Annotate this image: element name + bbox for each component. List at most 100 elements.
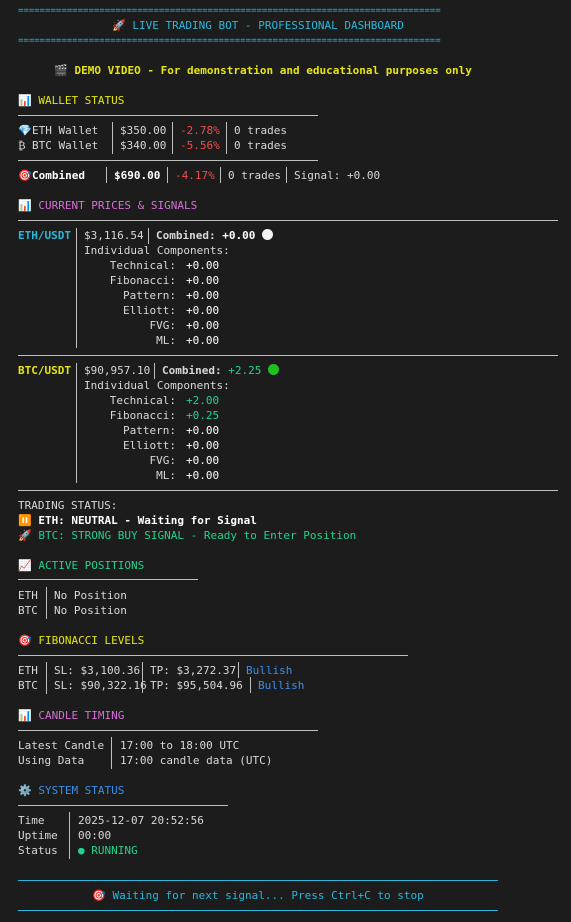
btc-pair-label: BTC/USDT bbox=[18, 364, 71, 377]
eth-wallet-change: -2.78% bbox=[180, 124, 220, 137]
eth-wallet-row: 💎ETH Wallet bbox=[18, 124, 99, 137]
using-data-value: 17:00 candle data (UTC) bbox=[120, 754, 273, 767]
component-value: +0.00 bbox=[186, 304, 220, 317]
btc-fib-asset: BTC bbox=[18, 679, 38, 692]
component-value: +0.00 bbox=[186, 469, 220, 482]
uptime-label: Uptime bbox=[18, 829, 58, 842]
fibonacci-section-heading: 🎯 FIBONACCI LEVELS bbox=[18, 634, 145, 647]
time-label: Time bbox=[18, 814, 45, 827]
footer-waiting-message: 🎯 Waiting for next signal... Press Ctrl+… bbox=[92, 889, 424, 902]
positions-section-heading: 📈 ACTIVE POSITIONS bbox=[18, 559, 145, 572]
btc-fib-bias: Bullish bbox=[258, 679, 305, 692]
prices-divider bbox=[18, 490, 558, 491]
combined-signal: Signal: +0.00 bbox=[294, 169, 381, 182]
component-name: Pattern: bbox=[123, 424, 176, 437]
fibonacci-divider bbox=[18, 655, 408, 656]
component-value: +0.00 bbox=[186, 439, 220, 452]
component-name: Fibonacci: bbox=[109, 274, 176, 287]
eth-position-asset: ETH bbox=[18, 589, 38, 602]
candle-col-divider bbox=[111, 737, 112, 769]
btc-fib-sl: SL: $90,322.16 bbox=[54, 679, 147, 692]
component-name: Elliott: bbox=[123, 304, 176, 317]
wallet-section-heading: 📊 WALLET STATUS bbox=[18, 94, 125, 107]
component-value: +0.00 bbox=[186, 274, 220, 287]
component-value: +0.25 bbox=[186, 409, 220, 422]
header-rule-bottom: ========================================… bbox=[18, 36, 441, 46]
combined-change: -4.17% bbox=[175, 169, 215, 182]
header-rule-top: ========================================… bbox=[18, 6, 441, 16]
component-value: +0.00 bbox=[186, 259, 220, 272]
bitcoin-icon: ₿ bbox=[18, 139, 26, 152]
btc-wallet-row: ₿ BTC Wallet bbox=[18, 139, 99, 152]
latest-candle-label: Latest Candle bbox=[18, 739, 105, 752]
btc-block-divider bbox=[76, 363, 77, 483]
wallet-divider bbox=[18, 115, 318, 116]
candle-divider bbox=[18, 730, 318, 731]
eth-price-divider bbox=[148, 228, 149, 244]
fibonacci-col-divider bbox=[46, 662, 47, 694]
component-value: +0.00 bbox=[186, 334, 220, 347]
fibonacci-col-divider bbox=[142, 677, 143, 693]
component-value: +2.00 bbox=[186, 394, 220, 407]
latest-candle-value: 17:00 to 18:00 UTC bbox=[120, 739, 240, 752]
bar-chart-icon: 📊 bbox=[18, 199, 39, 212]
prices-divider bbox=[18, 355, 558, 356]
uptime-value: 00:00 bbox=[78, 829, 112, 842]
system-divider bbox=[18, 805, 228, 806]
component-name: FVG: bbox=[149, 454, 177, 467]
component-value: +0.00 bbox=[186, 424, 220, 437]
trading-status-heading: TRADING STATUS: bbox=[18, 499, 118, 512]
time-value: 2025-12-07 20:52:56 bbox=[78, 814, 204, 827]
dashboard-title: 🚀 LIVE TRADING BOT - PROFESSIONAL DASHBO… bbox=[112, 19, 404, 32]
neutral-dot-icon bbox=[261, 229, 273, 240]
status-value: ● RUNNING bbox=[78, 844, 138, 857]
component-value: +0.00 bbox=[186, 319, 220, 332]
combined-trades: 0 trades bbox=[228, 169, 281, 182]
btc-price-divider bbox=[154, 363, 155, 379]
wallet-divider bbox=[18, 160, 318, 161]
btc-position-value: No Position bbox=[54, 604, 127, 617]
component-name: FVG: bbox=[149, 319, 177, 332]
btc-wallet-trades: 0 trades bbox=[234, 139, 287, 152]
positions-divider bbox=[18, 579, 198, 580]
eth-trading-status: ⏸️ ETH: NEUTRAL - Waiting for Signal bbox=[18, 514, 257, 527]
footer-rule-top bbox=[18, 880, 498, 881]
btc-components-label: Individual Components: bbox=[84, 379, 230, 392]
eth-position-value: No Position bbox=[54, 589, 127, 602]
bar-chart-icon: 📊 bbox=[18, 709, 39, 722]
fibonacci-col-divider bbox=[250, 677, 251, 693]
eth-fib-bias: Bullish bbox=[246, 664, 293, 677]
fibonacci-col-divider bbox=[142, 662, 143, 678]
wallet-col-divider bbox=[172, 122, 173, 154]
status-label: Status bbox=[18, 844, 58, 857]
btc-position-asset: BTC bbox=[18, 604, 38, 617]
combined-wallet-row: 🎯Combined bbox=[18, 169, 85, 182]
system-col-divider bbox=[69, 812, 70, 859]
diamond-icon: 💎 bbox=[18, 124, 32, 137]
component-name: Elliott: bbox=[123, 439, 176, 452]
wallet-col-divider bbox=[112, 122, 113, 154]
combined-amount: $690.00 bbox=[114, 169, 161, 182]
component-value: +0.00 bbox=[186, 289, 220, 302]
btc-fib-tp: TP: $95,504.96 bbox=[150, 679, 243, 692]
demo-banner: 🎬 DEMO VIDEO - For demonstration and edu… bbox=[54, 64, 472, 77]
eth-fib-asset: ETH bbox=[18, 664, 38, 677]
gear-icon: ⚙️ bbox=[18, 784, 39, 797]
eth-pair-label: ETH/USDT bbox=[18, 229, 71, 242]
target-icon: 🎯 bbox=[18, 169, 32, 182]
eth-combined: Combined: +0.00 bbox=[156, 228, 273, 243]
btc-wallet-change: -5.56% bbox=[180, 139, 220, 152]
fibonacci-col-divider bbox=[238, 662, 239, 678]
eth-block-divider bbox=[76, 228, 77, 348]
btc-combined: Combined: +2.25 bbox=[162, 363, 279, 378]
component-name: Pattern: bbox=[123, 289, 176, 302]
btc-trading-status: 🚀 BTC: STRONG BUY SIGNAL - Ready to Ente… bbox=[18, 529, 357, 542]
combined-col-divider bbox=[106, 167, 107, 183]
component-name: Technical: bbox=[109, 394, 176, 407]
buy-dot-icon bbox=[267, 364, 279, 375]
component-name: Fibonacci: bbox=[109, 409, 176, 422]
eth-wallet-trades: 0 trades bbox=[234, 124, 287, 137]
candle-section-heading: 📊 CANDLE TIMING bbox=[18, 709, 125, 722]
combined-col-divider bbox=[220, 167, 221, 183]
system-section-heading: ⚙️ SYSTEM STATUS bbox=[18, 784, 125, 797]
